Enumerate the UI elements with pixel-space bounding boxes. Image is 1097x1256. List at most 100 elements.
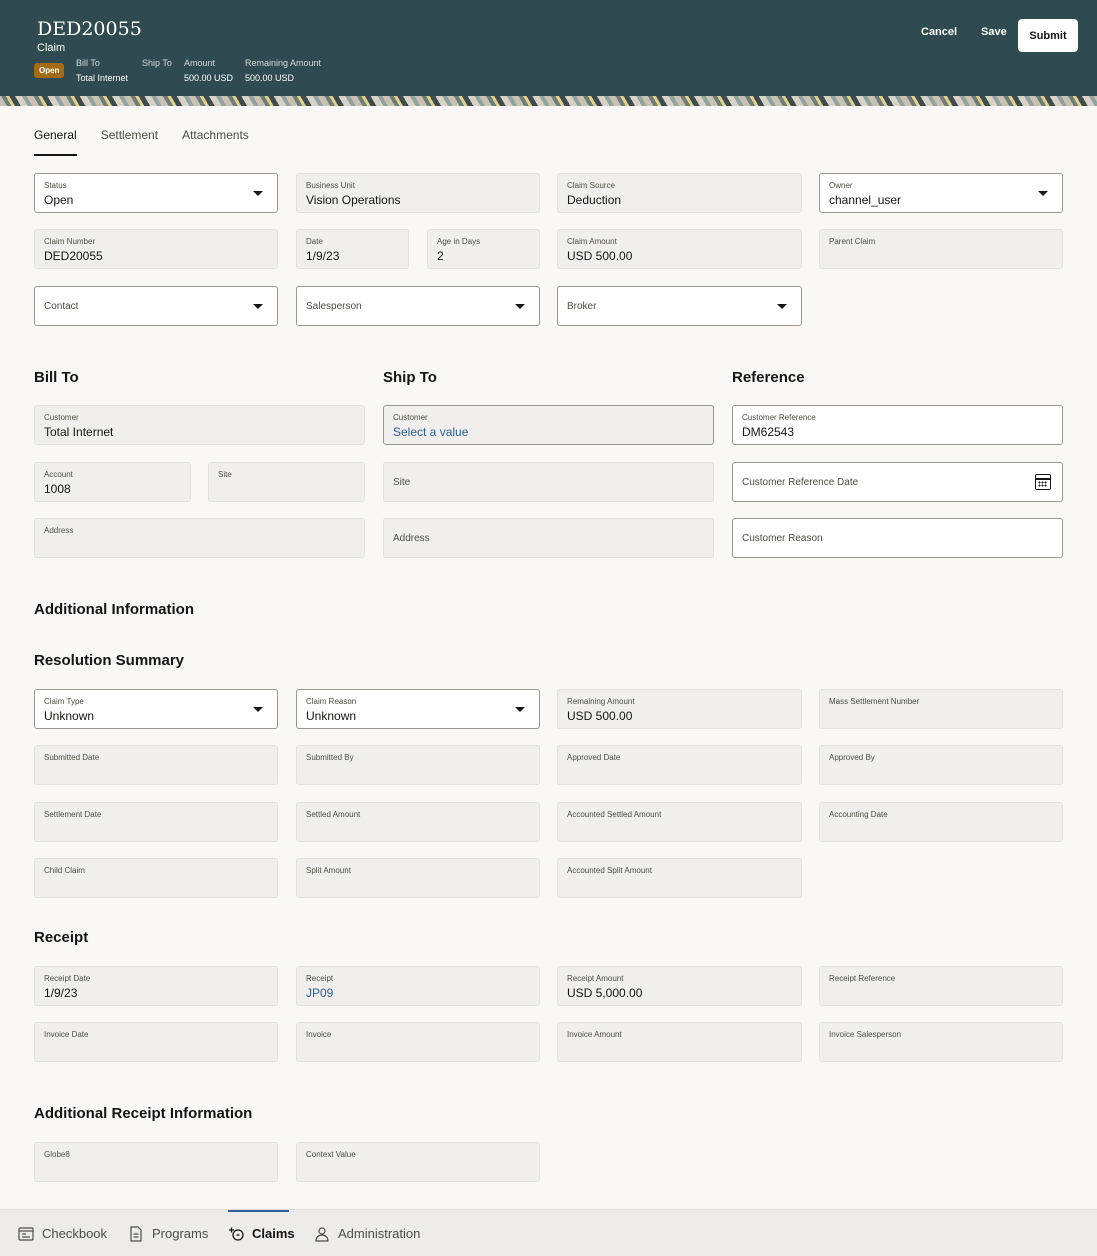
cancel-button[interactable]: Cancel	[921, 26, 957, 38]
date-label: Date	[306, 237, 323, 246]
accounting-date-field: Accounting Date	[819, 802, 1063, 842]
bill-to-customer-value: Total Internet	[44, 425, 114, 439]
mass-settlement-number-label: Mass Settlement Number	[829, 697, 920, 706]
claim-number-value: DED20055	[44, 249, 103, 263]
invoice-salesperson-field: Invoice Salesperson	[819, 1022, 1063, 1062]
tab-settlement[interactable]: Settlement	[101, 128, 158, 156]
administration-icon	[315, 1226, 329, 1242]
ship-to-customer-link[interactable]: Select a value	[393, 425, 704, 439]
salesperson-select[interactable]: Salesperson	[296, 286, 540, 326]
ship-to-site-field: Site	[383, 462, 714, 502]
claims-icon	[229, 1227, 244, 1241]
decorative-banner	[0, 96, 1097, 106]
nav-item-checkbook[interactable]: Checkbook	[18, 1210, 107, 1256]
chevron-down-icon	[777, 304, 787, 309]
claim-amount-value: USD 500.00	[567, 249, 633, 263]
parent-claim-field: Parent Claim	[819, 229, 1063, 269]
submit-button[interactable]: Submit	[1018, 19, 1078, 52]
additional-information-heading: Additional Information	[34, 601, 194, 618]
approved-by-label: Approved By	[829, 753, 875, 762]
claim-reason-value: Unknown	[306, 709, 357, 723]
bottom-navigation: Checkbook Programs Claims Administration	[0, 1209, 1097, 1256]
customer-reference-date-input[interactable]: Customer Reference Date	[732, 462, 1063, 502]
customer-reason-input[interactable]: Customer Reason	[732, 518, 1063, 558]
resolution-summary-heading: Resolution Summary	[34, 652, 185, 669]
receipt-link[interactable]: JP09	[306, 986, 530, 1000]
invoice-date-label: Invoice Date	[44, 1030, 89, 1039]
save-button[interactable]: Save	[981, 26, 1007, 38]
ship-to-site-placeholder: Site	[393, 477, 411, 488]
broker-select[interactable]: Broker	[557, 286, 802, 326]
nav-item-claims[interactable]: Claims	[228, 1210, 295, 1256]
header-remaining-amount-label: Remaining Amount	[245, 58, 322, 68]
nav-item-administration[interactable]: Administration	[314, 1210, 420, 1256]
claim-number-label: Claim Number	[44, 237, 96, 246]
customer-reference-label: Customer Reference	[742, 413, 816, 422]
claim-amount-field: Claim Amount USD 500.00	[557, 229, 802, 269]
reference-heading: Reference	[732, 369, 805, 386]
bill-to-heading: Bill To	[34, 369, 79, 386]
tab-attachments[interactable]: Attachments	[182, 128, 249, 156]
receipt-heading: Receipt	[34, 929, 89, 946]
calendar-icon[interactable]	[1035, 474, 1051, 490]
receipt-amount-field: Receipt Amount USD 5,000.00	[557, 966, 802, 1006]
split-amount-field: Split Amount	[296, 858, 540, 898]
invoice-label: Invoice	[306, 1030, 332, 1039]
claim-reason-select[interactable]: Claim Reason Unknown	[296, 689, 540, 729]
chevron-down-icon	[1038, 191, 1048, 196]
child-claim-label: Child Claim	[44, 866, 85, 875]
invoice-amount-field: Invoice Amount	[557, 1022, 802, 1062]
claim-type-select[interactable]: Claim Type Unknown	[34, 689, 278, 729]
bill-to-customer-field: Customer Total Internet	[34, 405, 365, 445]
header-ship-to-label: Ship To	[142, 58, 172, 68]
broker-placeholder: Broker	[567, 301, 597, 312]
receipt-reference-field: Receipt Reference	[819, 966, 1063, 1006]
status-value: Open	[44, 193, 74, 207]
header-bill-to-label: Bill To	[76, 58, 100, 68]
split-amount-label: Split Amount	[306, 866, 351, 875]
customer-reason-placeholder: Customer Reason	[742, 533, 823, 544]
invoice-salesperson-label: Invoice Salesperson	[829, 1030, 902, 1039]
settled-amount-field: Settled Amount	[296, 802, 540, 842]
receipt-field: Receipt JP09	[296, 966, 540, 1006]
receipt-amount-label: Receipt Amount	[567, 974, 624, 983]
globe8-label: Globe8	[44, 1150, 70, 1159]
header-ship-to: Ship To	[142, 58, 172, 73]
accounted-settled-amount-field: Accounted Settled Amount	[557, 802, 802, 842]
claim-source-value: Deduction	[567, 193, 622, 207]
status-badge: Open	[34, 63, 65, 78]
header-remaining-amount-value: 500.00 USD	[245, 73, 295, 83]
owner-value: channel_user	[829, 193, 902, 207]
status-select[interactable]: Status Open	[34, 173, 278, 213]
customer-reference-input[interactable]: Customer Reference DM62543	[732, 405, 1063, 445]
bill-to-account-label: Account	[44, 470, 73, 479]
ship-to-heading: Ship To	[383, 369, 437, 386]
ship-to-customer-field[interactable]: Customer Select a value	[383, 405, 714, 445]
accounting-date-label: Accounting Date	[829, 810, 888, 819]
invoice-field: Invoice	[296, 1022, 540, 1062]
age-in-days-label: Age in Days	[437, 237, 481, 246]
remaining-amount-label: Remaining Amount	[567, 697, 635, 706]
bill-to-address-field: Address	[34, 518, 365, 558]
chevron-down-icon	[253, 707, 263, 712]
claim-subtitle: Claim	[37, 42, 66, 54]
claim-type-value: Unknown	[44, 709, 95, 723]
owner-select[interactable]: Owner channel_user	[819, 173, 1063, 213]
context-value-label: Context Value	[306, 1150, 356, 1159]
bill-to-account-value: 1008	[44, 482, 71, 496]
approved-date-field: Approved Date	[557, 745, 802, 785]
chevron-down-icon	[253, 191, 263, 196]
header-amount: Amount 500.00 USD	[184, 58, 233, 83]
header-remaining-amount: Remaining Amount 500.00 USD	[245, 58, 321, 83]
claim-source-field: Claim Source Deduction	[557, 173, 802, 213]
nav-label-checkbook: Checkbook	[42, 1226, 108, 1241]
tab-general[interactable]: General	[34, 128, 77, 156]
contact-placeholder: Contact	[44, 301, 79, 312]
business-unit-value: Vision Operations	[306, 193, 401, 207]
remaining-amount-value: USD 500.00	[567, 709, 633, 723]
programs-icon	[130, 1225, 142, 1242]
customer-reference-date-placeholder: Customer Reference Date	[742, 477, 859, 488]
nav-item-programs[interactable]: Programs	[128, 1210, 208, 1256]
contact-select[interactable]: Contact	[34, 286, 278, 326]
business-unit-field: Business Unit Vision Operations	[296, 173, 540, 213]
